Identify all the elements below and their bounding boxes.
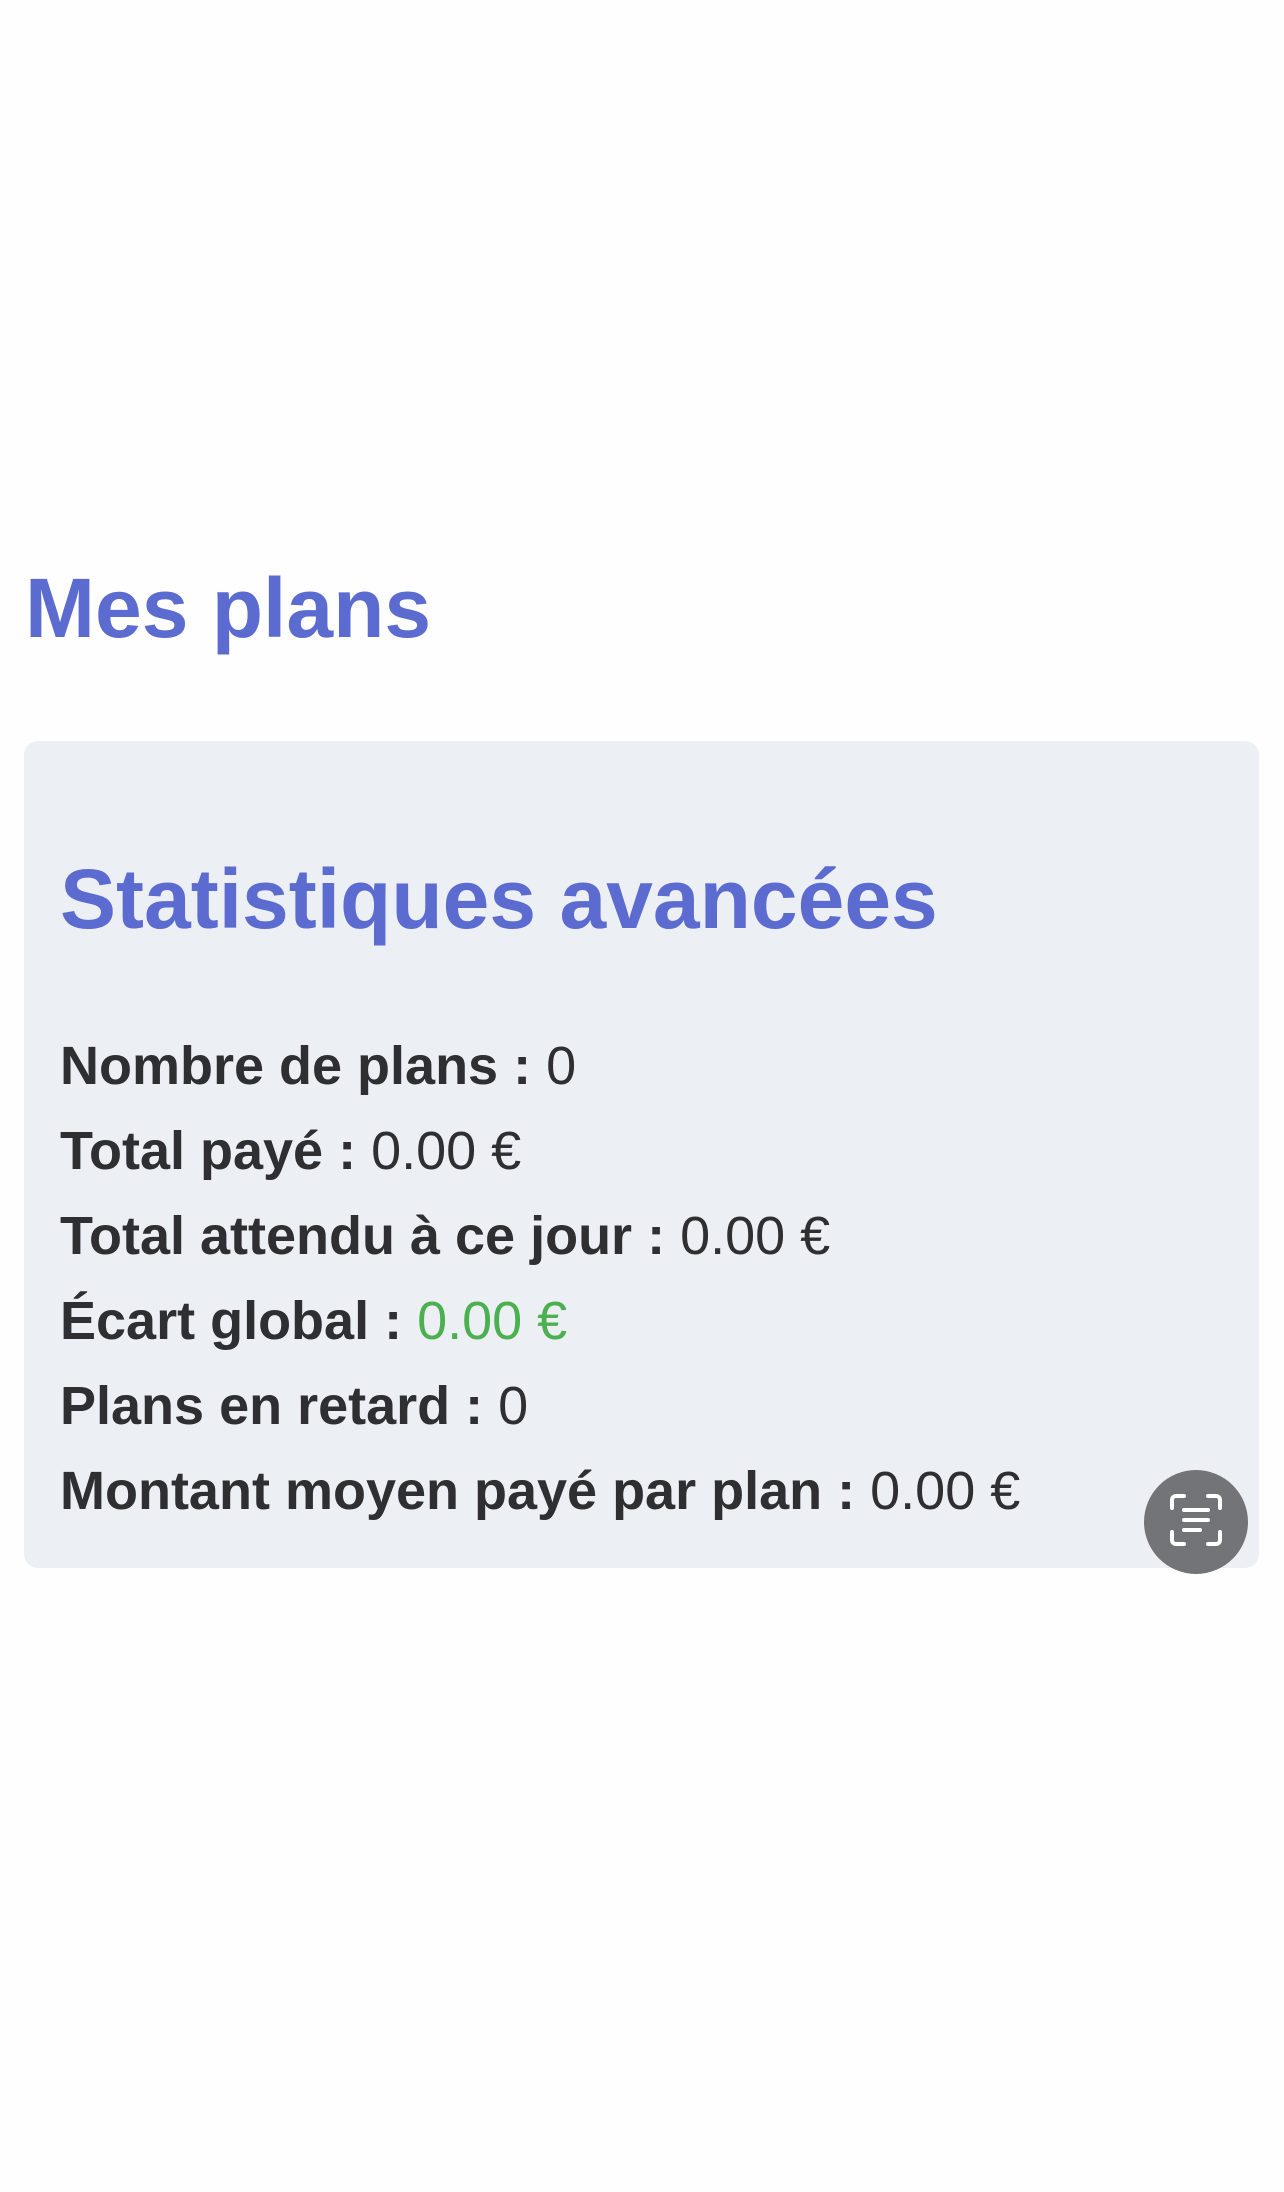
stat-separator: : xyxy=(450,1376,499,1436)
live-text-scan-button[interactable] xyxy=(1144,1470,1248,1574)
stat-label: Total payé xyxy=(60,1121,324,1181)
stat-row-late-plans: Plans en retard : 0 xyxy=(60,1364,1020,1449)
stat-label: Total attendu à ce jour xyxy=(60,1206,633,1266)
stat-row-total-expected: Total attendu à ce jour : 0.00 € xyxy=(60,1194,1020,1279)
stats-heading: Statistiques avancées xyxy=(60,852,938,946)
stat-row-global-gap: Écart global : 0.00 € xyxy=(60,1279,1020,1364)
stat-value: 0 xyxy=(546,1036,577,1096)
stat-row-plan-count: Nombre de plans : 0 xyxy=(60,1024,1020,1109)
stat-label: Plans en retard xyxy=(60,1376,451,1436)
stat-label: Écart global xyxy=(60,1291,370,1351)
stat-label: Montant moyen payé par plan xyxy=(60,1461,823,1521)
stat-separator: : xyxy=(323,1121,372,1181)
stat-separator: : xyxy=(369,1291,418,1351)
stat-separator: : xyxy=(632,1206,681,1266)
live-text-scan-icon xyxy=(1166,1490,1226,1555)
stat-value: 0.00 € xyxy=(870,1461,1021,1521)
stat-value: 0.00 € xyxy=(417,1291,568,1351)
stat-label: Nombre de plans xyxy=(60,1036,499,1096)
stat-value: 0 xyxy=(498,1376,529,1436)
stat-value: 0.00 € xyxy=(371,1121,522,1181)
stat-row-total-paid: Total payé : 0.00 € xyxy=(60,1109,1020,1194)
stat-separator: : xyxy=(822,1461,871,1521)
stat-row-average-paid: Montant moyen payé par plan : 0.00 € xyxy=(60,1449,1020,1534)
stat-value: 0.00 € xyxy=(680,1206,831,1266)
page-title: Mes plans xyxy=(25,561,432,655)
stat-separator: : xyxy=(498,1036,547,1096)
stats-card: Statistiques avancées Nombre de plans : … xyxy=(24,741,1259,1568)
stats-list: Nombre de plans : 0 Total payé : 0.00 € … xyxy=(60,1024,1020,1534)
